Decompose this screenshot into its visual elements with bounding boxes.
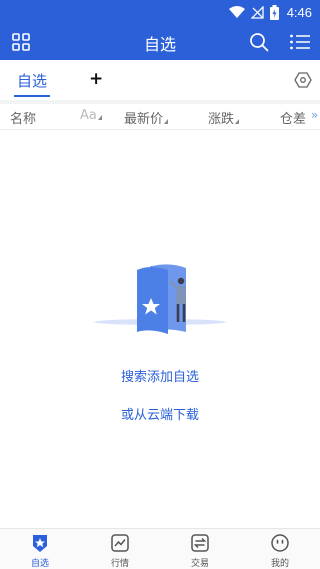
more-columns-icon[interactable]: » (311, 108, 318, 122)
no-signal-icon (250, 5, 264, 19)
latest-price-label: 最新价 (124, 112, 164, 127)
nav-label: 交易 (190, 559, 209, 569)
wifi-icon (228, 6, 245, 18)
swap-icon (191, 534, 209, 552)
empty-watchlist-illustration (94, 264, 226, 334)
status-bar: 4:46 (0, 0, 320, 24)
battery-charging-icon (269, 4, 279, 20)
tab-watchlist[interactable]: 自选 (14, 70, 50, 91)
search-add-link[interactable]: 搜索添加自选 (0, 366, 320, 385)
list-menu-icon[interactable] (289, 32, 311, 52)
column-font-toggle[interactable]: Aa (80, 108, 102, 123)
sort-triangle-icon (164, 119, 169, 124)
star-shield-icon (33, 535, 47, 552)
nav-trade[interactable]: 交易 (160, 529, 240, 569)
watchlist-tab-row: 自选 + (0, 60, 320, 100)
nav-label: 自选 (30, 559, 49, 569)
nav-label: 行情 (110, 559, 129, 569)
cloud-download-link[interactable]: 或从云端下载 (0, 404, 320, 423)
add-group-button[interactable]: + (89, 69, 103, 89)
chart-icon (111, 534, 129, 552)
nav-watchlist[interactable]: 自选 (0, 529, 80, 569)
sort-triangle-icon (235, 119, 240, 124)
page-title: 自选 (143, 35, 176, 54)
column-name: 名称 (10, 112, 37, 127)
nav-label: 我的 (270, 559, 289, 569)
column-position-diff[interactable]: 仓差 (280, 108, 306, 127)
settings-hexagon-icon[interactable] (294, 71, 312, 89)
change-label: 涨跌 (208, 112, 235, 127)
sort-triangle-icon (97, 115, 102, 120)
font-toggle-label: Aa (80, 108, 97, 123)
column-change[interactable]: 涨跌 (208, 108, 240, 127)
nav-profile[interactable]: 我的 (240, 529, 320, 569)
app-bar: 自选 (0, 24, 320, 60)
column-header-row: 名称 Aa 最新价 涨跌 仓差 » (0, 104, 320, 130)
nav-market[interactable]: 行情 (80, 529, 160, 569)
search-icon[interactable] (249, 32, 269, 52)
bottom-nav: 自选 行情 交易 我的 (0, 528, 320, 569)
status-time: 4:46 (286, 4, 312, 20)
face-icon (271, 534, 289, 552)
column-latest-price[interactable]: 最新价 (124, 108, 169, 127)
status-icons: 4:46 (228, 3, 312, 21)
tab-underline (14, 95, 50, 97)
